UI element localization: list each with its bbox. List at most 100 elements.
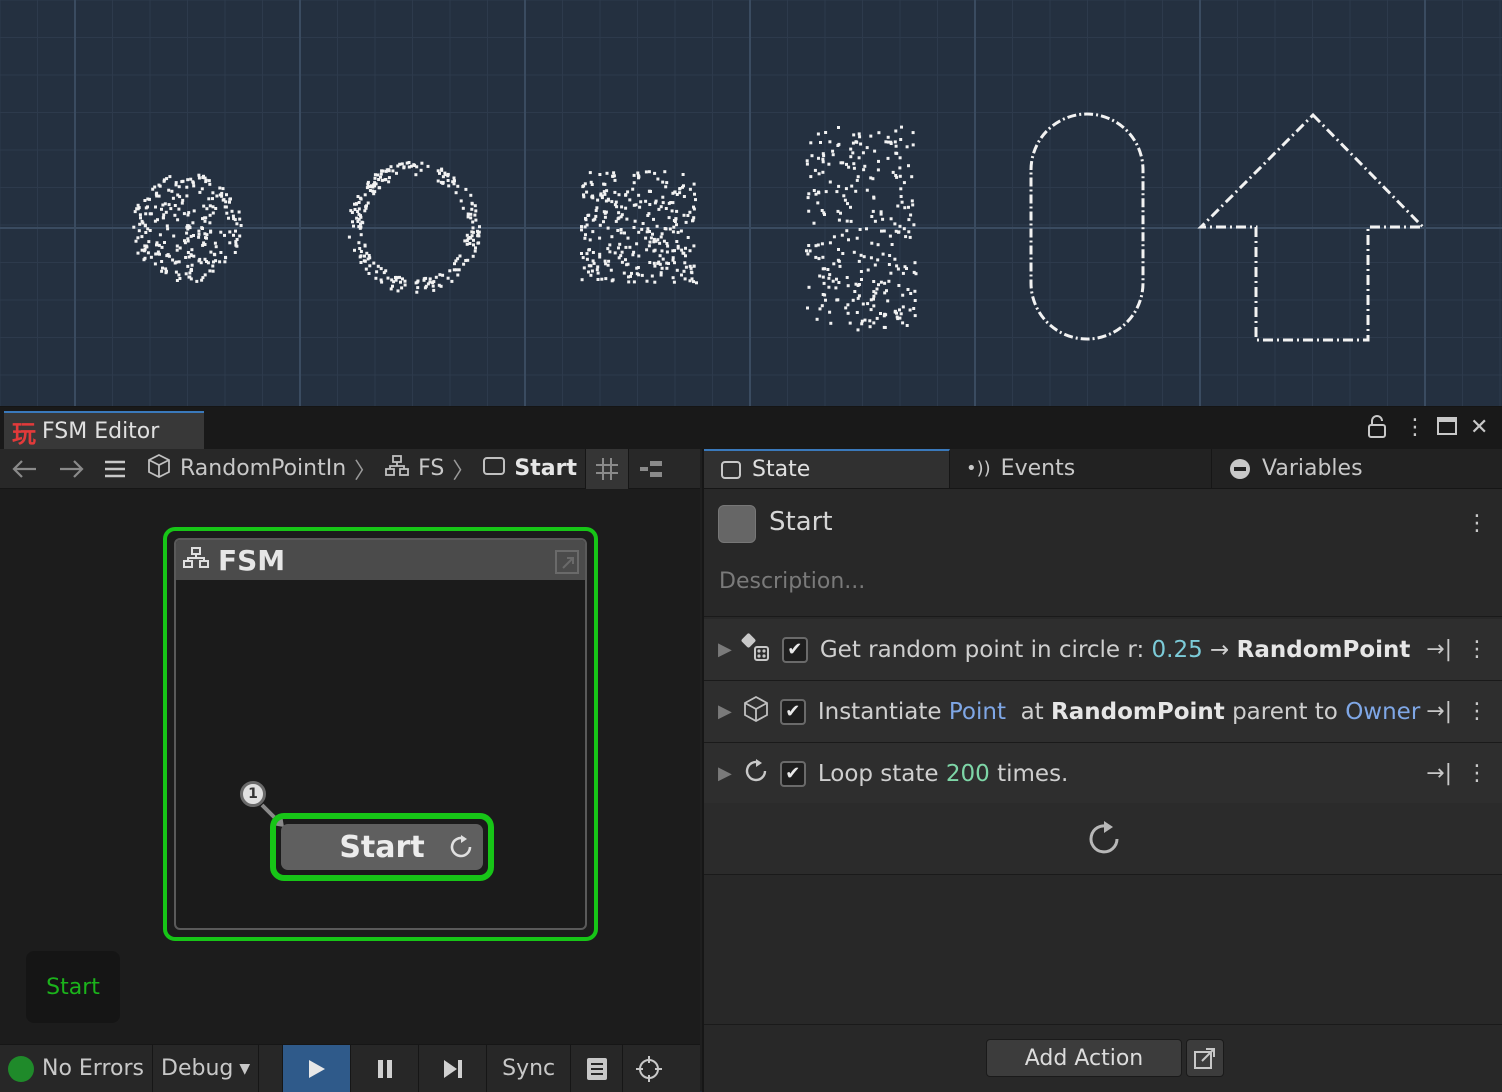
scene-view[interactable] bbox=[0, 0, 1502, 408]
particle bbox=[367, 272, 371, 275]
tab-state[interactable]: State bbox=[704, 449, 950, 488]
particle bbox=[380, 178, 384, 182]
fsm-node-header[interactable]: FSM bbox=[176, 540, 585, 580]
layout-icon[interactable] bbox=[629, 449, 673, 489]
action-enabled-checkbox[interactable]: ✔ bbox=[779, 760, 806, 787]
step-button[interactable] bbox=[419, 1045, 488, 1092]
exit-arrow-icon[interactable]: →| bbox=[1426, 637, 1452, 662]
particle bbox=[373, 176, 377, 180]
active-state-label[interactable]: Start bbox=[26, 951, 120, 1023]
close-icon[interactable]: ✕ bbox=[1470, 415, 1488, 440]
state-node-selection[interactable]: Start bbox=[270, 813, 494, 881]
graph-canvas[interactable]: FSM 1 Start Start bbox=[0, 489, 700, 1044]
more-vertical-icon[interactable]: ⋮ bbox=[1466, 511, 1488, 536]
particle bbox=[890, 243, 894, 246]
particle bbox=[612, 174, 616, 178]
more-vertical-icon[interactable]: ⋮ bbox=[1466, 699, 1488, 724]
action-row[interactable]: ▶ ✔ Instantiate Point at RandomPoint par… bbox=[704, 681, 1502, 743]
particle bbox=[661, 195, 665, 199]
particle bbox=[632, 173, 636, 177]
expand-triangle-icon[interactable]: ▶ bbox=[718, 639, 732, 660]
particle bbox=[854, 189, 858, 193]
particle bbox=[624, 245, 628, 249]
particle bbox=[225, 193, 228, 197]
forward-arrow-icon[interactable] bbox=[56, 457, 86, 481]
description-field[interactable]: Description... bbox=[719, 569, 865, 594]
lock-icon[interactable] bbox=[1366, 415, 1388, 445]
particle bbox=[823, 293, 827, 297]
state-header: Start ⋮ Description... bbox=[704, 489, 1502, 617]
particle bbox=[237, 210, 241, 214]
particle bbox=[160, 207, 163, 211]
action-enabled-checkbox[interactable]: ✔ bbox=[779, 698, 806, 725]
particle bbox=[465, 242, 469, 246]
more-vertical-icon[interactable]: ⋮ bbox=[1466, 637, 1488, 662]
tab-variables[interactable]: Variables bbox=[1212, 449, 1502, 488]
expand-triangle-icon[interactable]: ▶ bbox=[718, 701, 732, 722]
exit-arrow-icon[interactable]: →| bbox=[1426, 761, 1452, 786]
log-icon[interactable] bbox=[571, 1045, 624, 1092]
state-name-field[interactable]: Start bbox=[769, 507, 833, 537]
errors-indicator[interactable]: No Errors bbox=[0, 1045, 153, 1092]
particle bbox=[375, 270, 379, 274]
menu-icon[interactable] bbox=[104, 459, 126, 479]
particle bbox=[619, 228, 623, 231]
particle bbox=[476, 241, 480, 245]
play-button[interactable] bbox=[283, 1045, 352, 1092]
particle bbox=[203, 257, 207, 261]
more-vertical-icon[interactable]: ⋮ bbox=[1404, 415, 1426, 440]
expand-triangle-icon[interactable]: ▶ bbox=[718, 763, 732, 784]
particle bbox=[831, 153, 835, 157]
particle bbox=[373, 173, 377, 177]
pause-button[interactable] bbox=[351, 1045, 420, 1092]
particle bbox=[153, 262, 157, 266]
particle bbox=[585, 257, 589, 261]
particle bbox=[843, 198, 847, 202]
particle bbox=[162, 179, 166, 183]
breadcrumb-item-object[interactable]: RandomPointIn bbox=[180, 456, 346, 481]
particle bbox=[185, 185, 189, 189]
particle bbox=[452, 176, 456, 180]
particle bbox=[476, 231, 480, 235]
particle bbox=[624, 258, 627, 262]
particle bbox=[389, 287, 393, 291]
particle bbox=[617, 256, 621, 260]
action-row[interactable]: ▶ ✔ Loop state 200 times. →| ⋮ bbox=[704, 743, 1502, 805]
particle bbox=[660, 266, 664, 270]
debug-dropdown[interactable]: Debug ▼ bbox=[153, 1045, 260, 1092]
particle bbox=[606, 226, 610, 230]
particle bbox=[132, 225, 136, 229]
maximize-icon[interactable] bbox=[1436, 415, 1458, 443]
particle bbox=[632, 226, 636, 229]
state-node-start[interactable]: Start bbox=[281, 824, 483, 870]
particle bbox=[669, 201, 673, 204]
breadcrumb-item-state[interactable]: Start bbox=[514, 456, 577, 481]
particle bbox=[846, 284, 850, 288]
action-enabled-checkbox[interactable]: ✔ bbox=[781, 636, 808, 663]
crosshair-icon[interactable] bbox=[623, 1045, 675, 1092]
particle bbox=[806, 252, 810, 256]
particle bbox=[626, 236, 630, 240]
window-tab[interactable]: 玩 FSM Editor bbox=[4, 411, 204, 449]
expand-icon[interactable] bbox=[555, 548, 579, 581]
action-row[interactable]: ▶ ✔ Get random point in circle r: 0.25 →… bbox=[704, 619, 1502, 681]
tab-events[interactable]: •)) Events bbox=[950, 449, 1212, 488]
add-action-button[interactable]: Add Action bbox=[986, 1039, 1182, 1077]
particle bbox=[414, 281, 418, 285]
particle bbox=[660, 232, 664, 236]
sync-button[interactable]: Sync bbox=[487, 1045, 572, 1092]
popout-icon[interactable] bbox=[1186, 1039, 1224, 1077]
particle bbox=[184, 272, 188, 276]
particle bbox=[353, 208, 357, 211]
exit-arrow-icon[interactable]: →| bbox=[1426, 699, 1452, 724]
state-color-swatch[interactable] bbox=[718, 505, 756, 543]
back-arrow-icon[interactable] bbox=[10, 457, 40, 481]
particle bbox=[180, 201, 184, 205]
particle bbox=[446, 174, 450, 178]
more-vertical-icon[interactable]: ⋮ bbox=[1466, 761, 1488, 786]
breadcrumb-item-fsm[interactable]: FS bbox=[418, 456, 444, 481]
particle bbox=[898, 174, 902, 178]
particle bbox=[862, 168, 866, 172]
grid-icon[interactable] bbox=[584, 448, 629, 489]
particle bbox=[805, 162, 809, 166]
